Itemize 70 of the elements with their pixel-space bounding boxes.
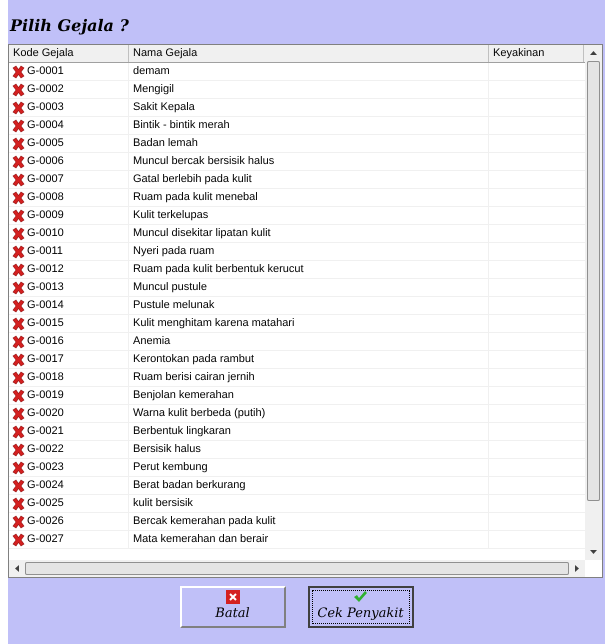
table-cell-text: G-0005 xyxy=(27,136,64,152)
table-cell-text: G-0019 xyxy=(27,388,64,404)
table-cell-text: G-0025 xyxy=(27,496,64,512)
horizontal-scrollbar[interactable] xyxy=(9,560,585,577)
table-cell-text: G-0022 xyxy=(27,442,64,458)
table-cell-text: G-0024 xyxy=(27,478,64,494)
table-cell-text: kulit bersisik xyxy=(133,496,193,512)
table-cell-text: G-0003 xyxy=(27,100,64,116)
table-cell-text: G-0013 xyxy=(27,280,64,296)
table-cell-text: G-0007 xyxy=(27,172,64,188)
table-cell-text: Ruam pada kulit menebal xyxy=(133,190,258,206)
scrollbar-thumb[interactable] xyxy=(25,562,569,575)
scrollbar-thumb[interactable] xyxy=(587,61,600,501)
table-cell-text: Anemia xyxy=(133,334,170,350)
column-header[interactable]: Keyakinan xyxy=(489,45,584,62)
table-cell-text: Nyeri pada ruam xyxy=(133,244,214,260)
window-title: Pilih Gejala ? xyxy=(8,15,130,37)
table-cell-text: G-0023 xyxy=(27,460,64,476)
table-cell-text: Ruam pada kulit berbentuk kerucut xyxy=(133,262,304,278)
table-cell-text: Bintik - bintik merah xyxy=(133,118,230,134)
table-cell-text: G-0011 xyxy=(27,244,63,260)
table-cell-text: Muncul bercak bersisik halus xyxy=(133,154,274,170)
table-cell-text: G-0002 xyxy=(27,82,64,98)
table-cell-text: G-0016 xyxy=(27,334,64,350)
table-cell-text: G-0006 xyxy=(27,154,64,170)
column-header[interactable]: Nama Gejala xyxy=(129,45,489,62)
table-cell-text: G-0017 xyxy=(27,352,64,368)
table-cell-text: G-0020 xyxy=(27,406,64,422)
table-cell-text: G-0027 xyxy=(27,532,64,548)
cancel-button[interactable]: Batal xyxy=(180,586,286,628)
table-cell-text: Mata kemerahan dan berair xyxy=(133,532,268,548)
table-cell-text: demam xyxy=(133,64,170,80)
table-cell-text: G-0026 xyxy=(27,514,64,530)
table-cell-text: Kulit menghitam karena matahari xyxy=(133,316,294,332)
table-cell-text: Kulit terkelupas xyxy=(133,208,208,224)
left-arrow-icon[interactable] xyxy=(15,565,19,572)
table-cell-text: G-0021 xyxy=(27,424,64,440)
table-cell-text: Benjolan kemerahan xyxy=(133,388,234,404)
table-cell-text: G-0008 xyxy=(27,190,64,206)
check-icon xyxy=(353,590,368,604)
table-cell-text: G-0001 xyxy=(27,64,64,80)
table-cell-text: G-0009 xyxy=(27,208,64,224)
table-cell-text: G-0010 xyxy=(27,226,64,242)
table-cell-text: G-0004 xyxy=(27,118,64,134)
table-cell-text: Mengigil xyxy=(133,82,174,98)
table-cell-text: G-0018 xyxy=(27,370,64,386)
table-cell-text: Badan lemah xyxy=(133,136,198,152)
table-cell-text: Bercak kemerahan pada kulit xyxy=(133,514,276,530)
right-arrow-icon[interactable] xyxy=(575,565,579,572)
vertical-scrollbar[interactable] xyxy=(585,45,602,560)
table-cell-text: Ruam berisi cairan jernih xyxy=(133,370,255,386)
table-cell-text: Pustule melunak xyxy=(133,298,214,314)
close-icon xyxy=(226,590,240,604)
down-arrow-icon[interactable] xyxy=(590,550,597,554)
table-cell-text: G-0015 xyxy=(27,316,64,332)
table-cell-text: Muncul pustule xyxy=(133,280,207,296)
table-cell-text: G-0012 xyxy=(27,262,64,278)
table-cell-text: G-0014 xyxy=(27,298,64,314)
table-cell-text: Kerontokan pada rambut xyxy=(133,352,254,368)
table-cell-text: Sakit Kepala xyxy=(133,100,195,116)
table-cell-text: Warna kulit berbeda (putih) xyxy=(133,406,266,422)
table-cell-text: Bersisik halus xyxy=(133,442,201,458)
column-header[interactable]: Kode Gejala xyxy=(9,45,129,62)
up-arrow-icon[interactable] xyxy=(590,51,597,55)
table-cell-text: Muncul disekitar lipatan kulit xyxy=(133,226,271,242)
check-button[interactable]: Cek Penyakit xyxy=(308,586,414,628)
table-cell-text: Perut kembung xyxy=(133,460,208,476)
table-cell-text: Berat badan berkurang xyxy=(133,478,246,494)
table-cell-text: Berbentuk lingkaran xyxy=(133,424,231,440)
table-cell-text: Gatal berlebih pada kulit xyxy=(133,172,252,188)
